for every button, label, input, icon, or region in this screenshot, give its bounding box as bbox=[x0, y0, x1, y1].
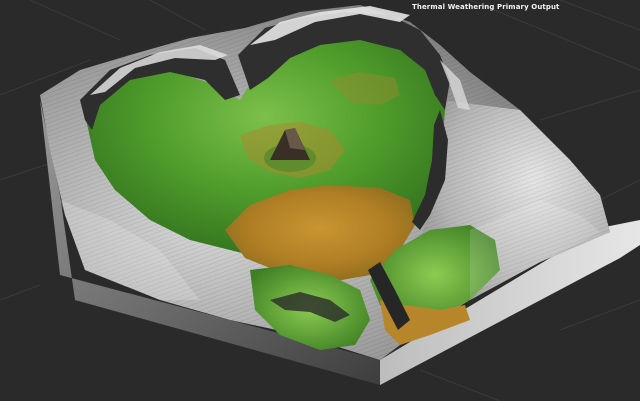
terrain-heightfield bbox=[40, 5, 640, 385]
3d-viewport[interactable]: Thermal Weathering Primary Output bbox=[0, 0, 640, 401]
viewport-title: Thermal Weathering Primary Output bbox=[412, 3, 560, 11]
